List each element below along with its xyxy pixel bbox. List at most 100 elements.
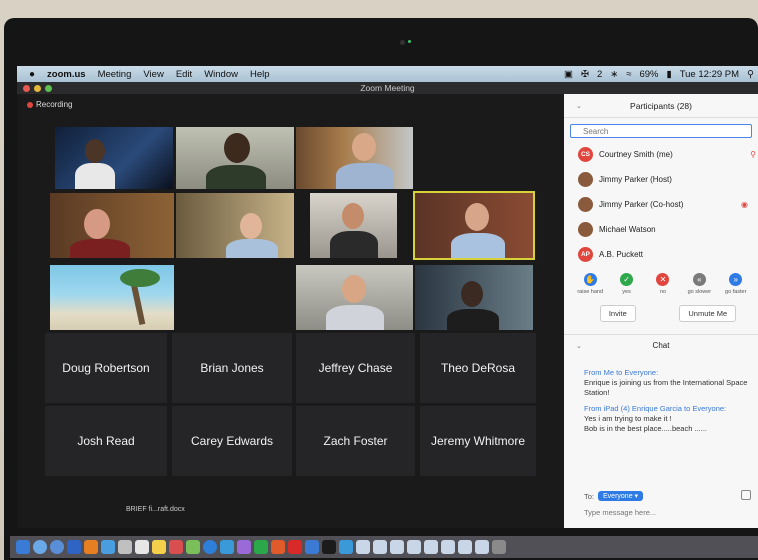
acrobat-icon[interactable] <box>288 540 302 554</box>
name-tile[interactable]: Doug Robertson <box>45 333 167 403</box>
participant-row[interactable]: CS Courtney Smith (me) ⚲ <box>564 142 758 167</box>
mail-icon[interactable] <box>101 540 115 554</box>
notes-icon[interactable] <box>152 540 166 554</box>
bluetooth-icon[interactable]: ∗ <box>610 69 618 80</box>
collapse-chevron-icon[interactable]: ⌄ <box>576 102 582 110</box>
participant-search-input[interactable] <box>570 124 752 138</box>
calendar-icon[interactable] <box>135 540 149 554</box>
participant-row[interactable]: AP A.B. Puckett <box>564 242 758 267</box>
x-icon: ✕ <box>656 273 670 286</box>
invite-button[interactable]: Invite <box>599 305 636 322</box>
chrome-icon[interactable] <box>203 540 217 554</box>
recipient-select[interactable]: Everyone ▾ <box>598 491 644 501</box>
participant-row[interactable]: Jimmy Parker (Host) <box>564 167 758 192</box>
notification-count[interactable]: 2 <box>597 69 602 80</box>
video-tile[interactable] <box>296 127 413 189</box>
go-slower-button[interactable]: « go slower <box>683 273 715 295</box>
wifi-icon[interactable]: ≈ <box>626 69 631 80</box>
video-tile[interactable] <box>310 193 397 258</box>
video-tile[interactable] <box>176 127 294 189</box>
camera-indicator-icon <box>408 40 411 43</box>
participant-head <box>240 213 262 239</box>
video-tile[interactable] <box>415 265 533 330</box>
video-tile[interactable] <box>55 127 173 189</box>
document-icon[interactable] <box>373 540 387 554</box>
yes-button[interactable]: ✓ yes <box>611 273 643 295</box>
hand-icon: ✋ <box>583 273 597 286</box>
screen-icon[interactable]: ▣ <box>564 69 573 80</box>
maps-icon[interactable] <box>186 540 200 554</box>
name-tile[interactable]: Jeremy Whitmore <box>420 406 536 476</box>
participant-body <box>70 239 130 258</box>
participant-row[interactable]: Michael Watson <box>564 217 758 242</box>
participant-row[interactable]: Jimmy Parker (Co-host) ◉ <box>564 192 758 217</box>
shield-icon[interactable]: ✠ <box>581 69 589 80</box>
menu-window[interactable]: Window <box>204 69 238 80</box>
document-icon[interactable] <box>475 540 489 554</box>
terminal-icon[interactable] <box>322 540 336 554</box>
menu-view[interactable]: View <box>143 69 163 80</box>
battery-level[interactable]: 69% <box>639 69 658 80</box>
battery-icon[interactable]: ▮ <box>666 69 671 80</box>
document-icon[interactable] <box>458 540 472 554</box>
document-icon[interactable] <box>390 540 404 554</box>
document-icon[interactable] <box>424 540 438 554</box>
participant-head <box>465 203 489 231</box>
maximize-window-icon[interactable] <box>45 85 52 92</box>
name-tile[interactable]: Theo DeRosa <box>420 333 536 403</box>
zoom-icon[interactable] <box>305 540 319 554</box>
menu-app-zoom[interactable]: zoom.us <box>47 69 86 80</box>
participant-name: Carey Edwards <box>190 434 274 448</box>
menu-help[interactable]: Help <box>250 69 270 80</box>
unmute-me-button[interactable]: Unmute Me <box>679 305 737 322</box>
apple-icon[interactable]: ● <box>29 69 35 80</box>
file-share-icon[interactable] <box>741 490 751 500</box>
name-tile[interactable]: Josh Read <box>45 406 167 476</box>
document-icon[interactable] <box>356 540 370 554</box>
go-faster-button[interactable]: » go faster <box>720 273 752 295</box>
reaction-label: raise hand <box>577 289 604 295</box>
name-tile[interactable]: Brian Jones <box>172 333 292 403</box>
outlook-icon[interactable] <box>339 540 353 554</box>
menu-edit[interactable]: Edit <box>176 69 192 80</box>
chat-message-input[interactable] <box>584 508 752 517</box>
contacts-icon[interactable] <box>118 540 132 554</box>
music-icon[interactable] <box>169 540 183 554</box>
participant-name: Theo DeRosa <box>440 361 516 375</box>
podcasts-icon[interactable] <box>237 540 251 554</box>
app-store-icon[interactable] <box>67 540 81 554</box>
video-tile-active-speaker[interactable] <box>413 191 535 260</box>
powerpoint-icon[interactable] <box>271 540 285 554</box>
finder-icon[interactable] <box>16 540 30 554</box>
name-tile[interactable]: Zach Foster <box>296 406 415 476</box>
menu-meeting[interactable]: Meeting <box>98 69 132 80</box>
safari-icon[interactable] <box>50 540 64 554</box>
participant-name: Courtney Smith (me) <box>599 150 673 159</box>
video-tile[interactable] <box>176 193 294 258</box>
raise-hand-button[interactable]: ✋ raise hand <box>574 273 606 295</box>
name-tile[interactable]: Carey Edwards <box>172 406 292 476</box>
video-tile-virtual-background[interactable] <box>50 265 174 330</box>
document-icon[interactable] <box>407 540 421 554</box>
clock[interactable]: Tue 12:29 PM <box>680 69 739 80</box>
menu-bar: ● zoom.us Meeting View Edit Window Help … <box>17 66 758 82</box>
video-tile[interactable] <box>50 193 174 258</box>
participant-head <box>224 133 250 163</box>
excel-icon[interactable] <box>254 540 268 554</box>
minimize-window-icon[interactable] <box>34 85 41 92</box>
no-button[interactable]: ✕ no <box>647 273 679 295</box>
spotlight-search-icon[interactable]: ⚲ <box>747 69 754 80</box>
collapse-chat-chevron-icon[interactable]: ⌄ <box>576 342 582 350</box>
document-icon[interactable] <box>441 540 455 554</box>
close-window-icon[interactable] <box>23 85 30 92</box>
video-tile[interactable] <box>296 265 413 330</box>
word-icon[interactable] <box>220 540 234 554</box>
chat-messages: From Me to Everyone: Enrique is joining … <box>564 356 758 434</box>
siri-icon[interactable] <box>33 540 47 554</box>
participant-head <box>352 133 376 161</box>
participant-head <box>342 203 364 229</box>
mic-muted-icon: ⚲ <box>750 150 756 159</box>
photos-icon[interactable] <box>84 540 98 554</box>
name-tile[interactable]: Jeffrey Chase <box>296 333 415 403</box>
trash-icon[interactable] <box>492 540 506 554</box>
